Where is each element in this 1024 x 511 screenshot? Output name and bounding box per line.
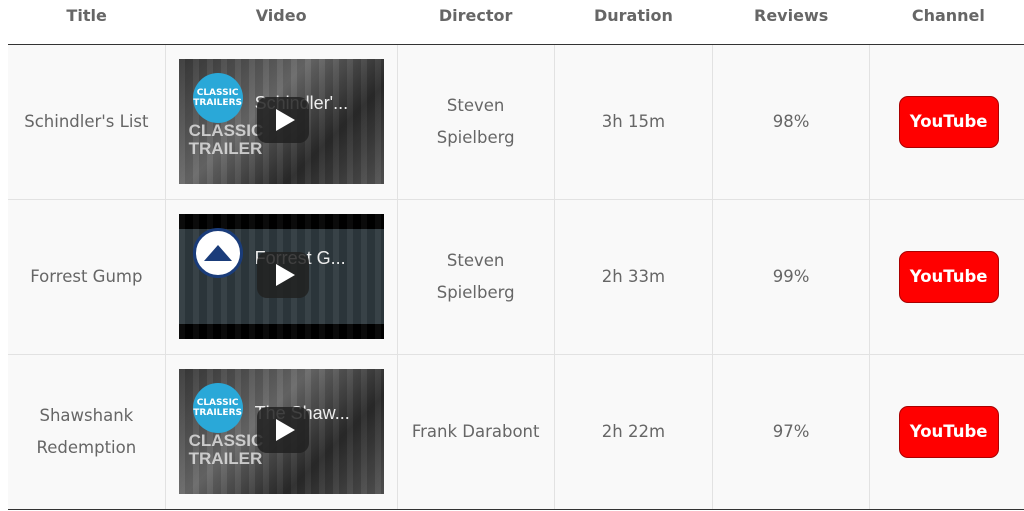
table-row: Shawshank Redemption CLASSIC TRAILER CLAS… (8, 354, 1024, 510)
table-row: Forrest Gump Forrest G... Steven Spielbe… (8, 199, 1024, 355)
thumbnail-watermark: CLASSIC TRAILER (188, 121, 264, 158)
title-line: Redemption (36, 437, 137, 457)
header-channel: Channel (869, 0, 1024, 45)
channel-cell: YouTube (869, 354, 1024, 510)
table-row: Schindler's List CLASSIC TRAILER CLASSIC T… (8, 44, 1024, 200)
title-text: Schindler's List (24, 111, 149, 131)
channel-cell: YouTube (869, 44, 1024, 200)
reviews-cell: 97% (712, 354, 871, 510)
video-cell: Forrest G... (165, 199, 398, 355)
reviews-cell: 98% (712, 44, 871, 200)
title-cell: Shawshank Redemption (8, 354, 166, 510)
thumbnail-watermark: CLASSIC TRAILER (188, 431, 264, 468)
title-line: Shawshank (39, 405, 134, 425)
youtube-button[interactable]: YouTube (898, 250, 999, 303)
title-cell: Forrest Gump (8, 199, 166, 355)
movies-table-container: Title Video Director Duration Reviews Ch… (0, 0, 1024, 511)
director-line: Spielberg (436, 127, 515, 147)
classic-trailers-badge-icon[interactable]: CLASSIC TRAILERS (192, 73, 243, 123)
paramount-logo-icon[interactable] (192, 228, 243, 278)
director-cell: Steven Spielberg (397, 199, 555, 355)
movies-table: Title Video Director Duration Reviews Ch… (8, 0, 1024, 510)
header-video: Video (165, 0, 398, 45)
header-director: Director (397, 0, 555, 45)
header-row: Title Video Director Duration Reviews Ch… (8, 0, 1024, 45)
video-cell: CLASSICTRAILER CLASSICTRAILERS The Shaw.… (165, 354, 398, 510)
director-line: Steven (446, 95, 505, 115)
director-line: Spielberg (436, 282, 515, 302)
duration-cell: 3h 15m (554, 44, 714, 200)
duration-cell: 2h 22m (554, 354, 714, 510)
video-thumbnail[interactable]: CLASSICTRAILER CLASSICTRAILERS The Shaw.… (178, 369, 384, 494)
duration-cell: 2h 33m (554, 199, 714, 355)
video-thumbnail[interactable]: CLASSICTRAILER CLASSICTRAILERS Schindler… (178, 59, 384, 184)
youtube-button[interactable]: YouTube (898, 405, 999, 458)
director-cell: Steven Spielberg (397, 44, 555, 200)
director-cell: Frank Darabont (397, 354, 555, 510)
director-line: Steven (446, 250, 505, 270)
header-reviews: Reviews (712, 0, 870, 45)
play-icon[interactable] (256, 407, 309, 453)
title-cell: Schindler's List (8, 44, 166, 200)
video-thumbnail[interactable]: Forrest G... (178, 214, 384, 339)
classic-trailers-badge-icon[interactable]: CLASSIC TRAILERS (192, 383, 243, 433)
reviews-cell: 99% (712, 199, 871, 355)
video-cell: CLASSICTRAILER CLASSICTRAILERS Schindler… (165, 44, 398, 200)
channel-cell: YouTube (869, 199, 1024, 355)
header-duration: Duration (554, 0, 713, 45)
title-text: Forrest Gump (30, 266, 143, 286)
youtube-button[interactable]: YouTube (898, 95, 999, 148)
director-line: Frank Darabont (411, 421, 540, 441)
header-title: Title (8, 0, 166, 45)
play-icon[interactable] (256, 97, 309, 143)
play-icon[interactable] (256, 252, 309, 298)
